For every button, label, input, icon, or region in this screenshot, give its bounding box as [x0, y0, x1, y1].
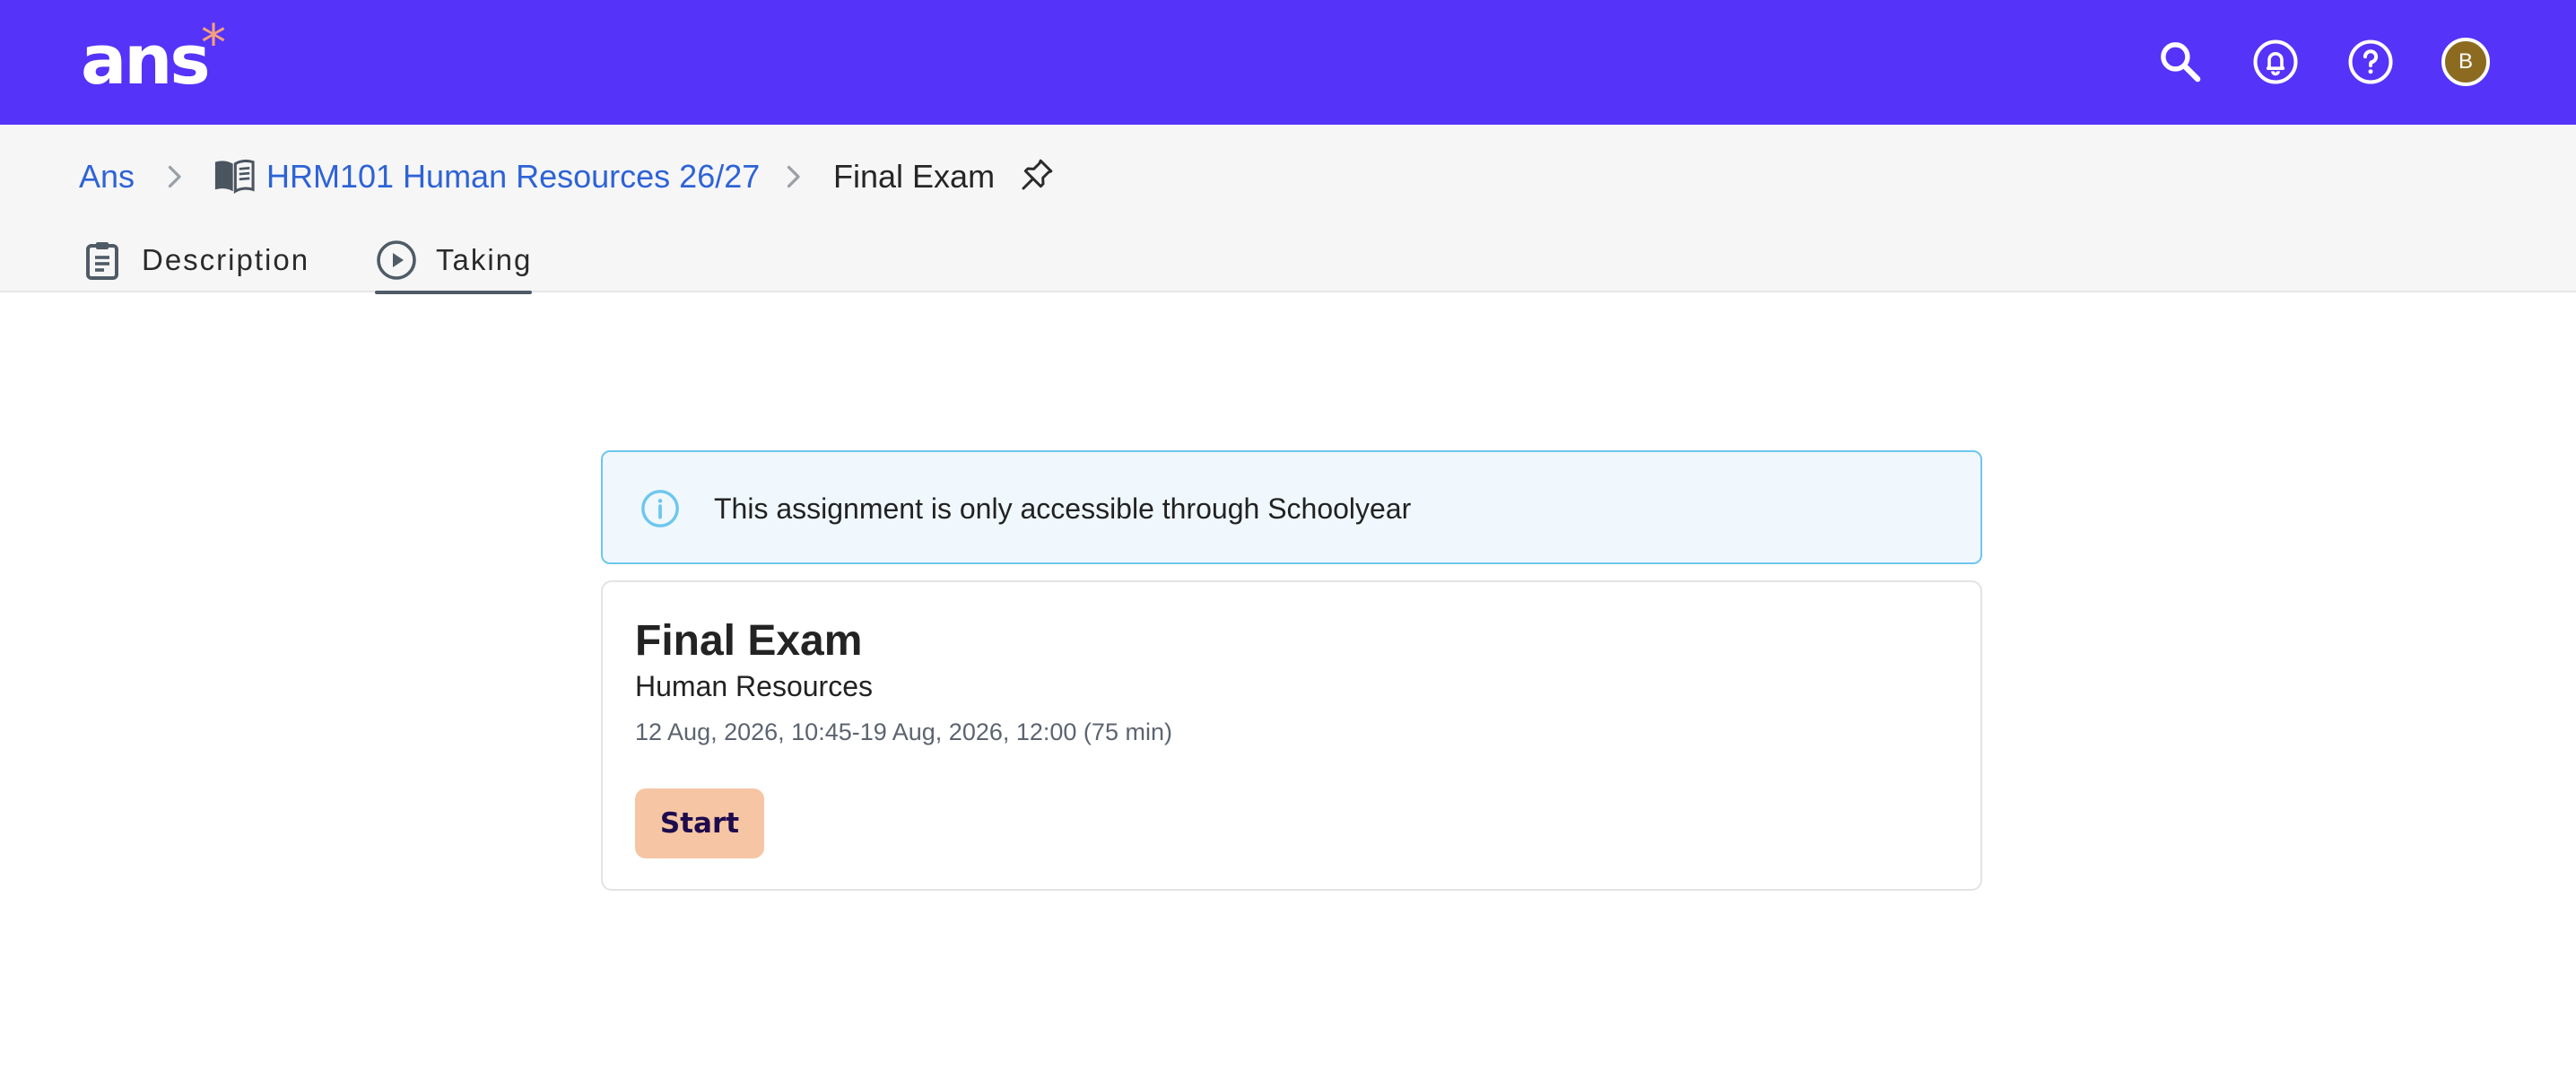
user-avatar[interactable]: B — [2441, 38, 2490, 86]
play-circle-icon — [377, 240, 416, 280]
page-subheader: Ans HRM101 Human Resources 26/27 Final E… — [0, 125, 2576, 294]
assignment-course: Human Resources — [635, 670, 873, 702]
assignment-dates: 12 Aug, 2026, 10:45-19 Aug, 2026, 12:00 … — [635, 719, 1172, 745]
tab-description[interactable]: Description — [81, 228, 309, 292]
notification-bell-icon[interactable] — [2251, 38, 2300, 86]
access-notice-text: This assignment is only accessible throu… — [714, 492, 1412, 525]
tab-taking-label: Taking — [436, 243, 533, 276]
assignment-title: Final Exam — [635, 617, 863, 665]
help-icon[interactable] — [2346, 38, 2395, 86]
search-icon[interactable] — [2156, 38, 2205, 86]
breadcrumb-item-course[interactable]: HRM101 Human Resources 26/27 — [266, 153, 760, 200]
start-button[interactable]: Start — [635, 788, 764, 858]
logo-star: * — [201, 14, 226, 73]
tab-description-label: Description — [142, 243, 310, 276]
assignment-card: Final Exam Human Resources 12 Aug, 2026,… — [601, 580, 1982, 891]
logo-text: ans — [81, 20, 211, 100]
ans-logo[interactable]: ans * — [81, 14, 226, 100]
access-notice: This assignment is only accessible throu… — [601, 450, 1982, 564]
clipboard-icon — [86, 242, 118, 280]
top-navigation-bar: ans * B — [0, 0, 2576, 125]
pin-icon[interactable] — [1019, 155, 1055, 195]
breadcrumb-item-ans[interactable]: Ans — [79, 153, 135, 200]
book-icon — [214, 159, 255, 194]
chevron-right-icon — [168, 165, 181, 188]
info-icon — [641, 490, 679, 527]
tab-taking[interactable]: Taking — [375, 228, 533, 294]
chevron-right-icon — [787, 165, 800, 188]
breadcrumb-item-current: Final Exam — [833, 158, 996, 195]
